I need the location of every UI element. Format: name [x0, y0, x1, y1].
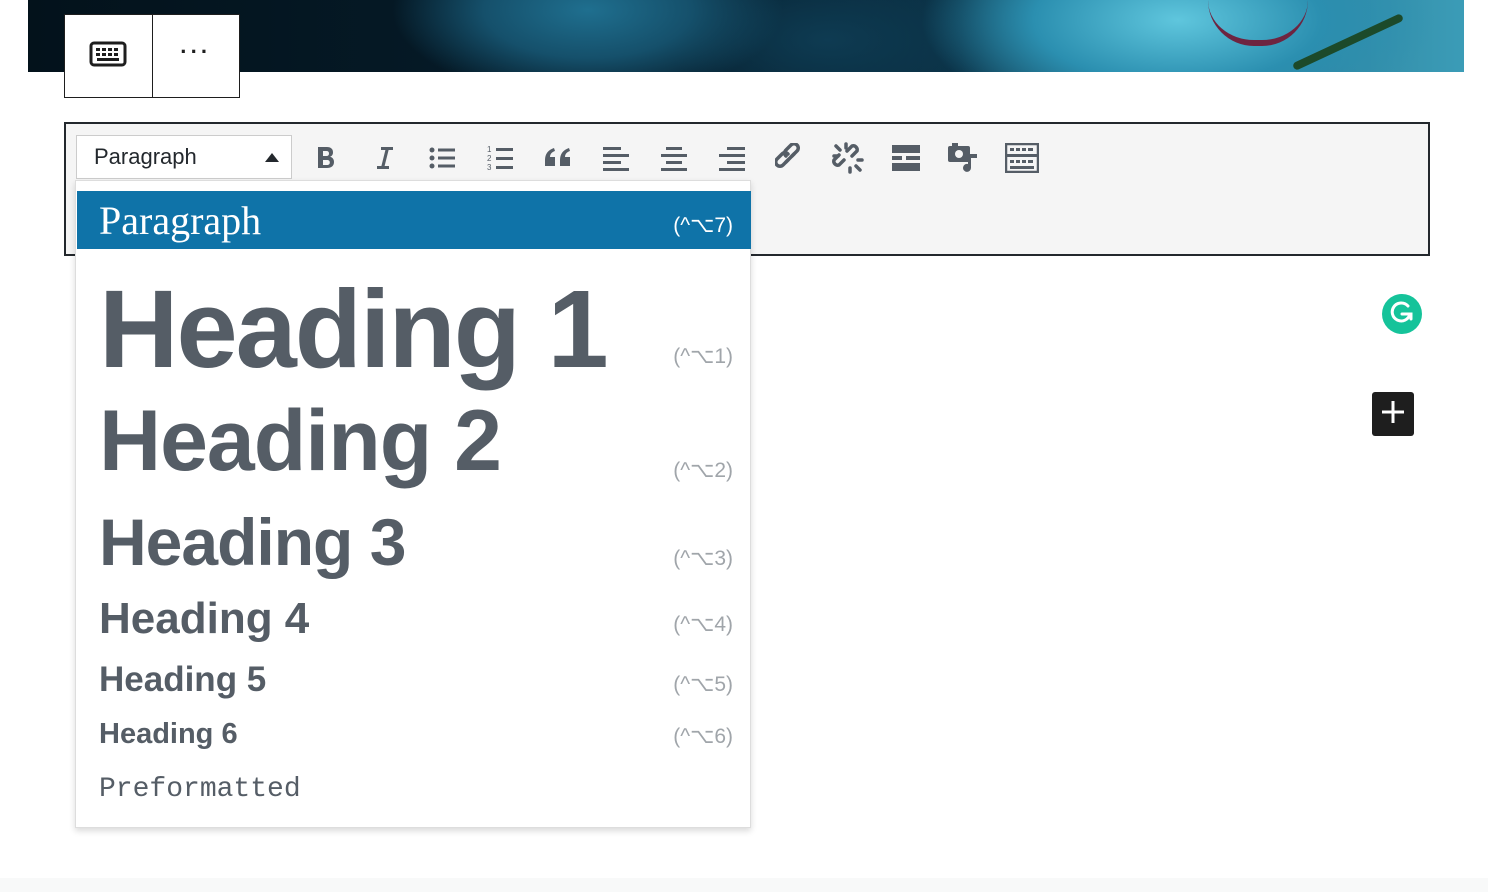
remove-link-icon [832, 142, 864, 174]
menu-item-heading-2[interactable]: Heading 2 (^⌥2) [77, 386, 751, 489]
align-left-button[interactable] [596, 138, 636, 178]
insert-link-icon [775, 143, 805, 173]
bold-button[interactable] [306, 138, 346, 178]
plus-icon [1382, 400, 1404, 428]
orchid-stem [1291, 13, 1405, 71]
keyboard-button[interactable] [65, 15, 152, 97]
svg-text:1: 1 [487, 145, 492, 154]
block-toolbar: ··· [64, 14, 240, 98]
grammarly-button[interactable] [1382, 294, 1422, 334]
header-image [28, 0, 1464, 72]
read-more-button[interactable] [886, 138, 926, 178]
add-media-button[interactable] [944, 138, 984, 178]
read-more-icon [892, 145, 920, 171]
menu-item-label: Heading 6 [99, 718, 238, 750]
insert-link-button[interactable] [770, 138, 810, 178]
menu-item-shortcut: (^⌥5) [673, 673, 733, 696]
align-right-icon [719, 145, 745, 171]
menu-item-shortcut: (^⌥7) [673, 214, 733, 237]
toolbar-toggle-icon [1005, 143, 1039, 173]
menu-item-label: Preformatted [99, 774, 301, 805]
menu-item-heading-5[interactable]: Heading 5 (^⌥5) [77, 656, 751, 706]
bulleted-list-icon [429, 145, 455, 171]
svg-text:3: 3 [487, 163, 492, 172]
menu-item-label: Heading 3 [99, 505, 406, 579]
format-dropdown-menu: Paragraph (^⌥7) Heading 1 (^⌥1) Heading … [75, 180, 751, 828]
keyboard-icon [89, 41, 127, 72]
menu-item-label: Heading 1 [99, 268, 609, 391]
menu-item-shortcut: (^⌥1) [673, 345, 733, 368]
grammarly-icon [1389, 299, 1415, 330]
menu-item-shortcut: (^⌥6) [673, 725, 733, 748]
blockquote-button[interactable] [538, 138, 578, 178]
menu-item-label: Heading 4 [99, 594, 310, 643]
menu-item-heading-4[interactable]: Heading 4 (^⌥4) [77, 586, 751, 646]
add-block-button[interactable] [1372, 392, 1414, 436]
svg-text:2: 2 [487, 154, 492, 163]
blockquote-icon [543, 146, 573, 170]
align-left-icon [603, 145, 629, 171]
align-right-button[interactable] [712, 138, 752, 178]
menu-item-label: Paragraph [99, 198, 262, 243]
format-select-value: Paragraph [94, 144, 197, 169]
italic-button[interactable] [364, 138, 404, 178]
bulleted-list-button[interactable] [422, 138, 462, 178]
numbered-list-icon: 123 [487, 144, 513, 172]
remove-link-button[interactable] [828, 138, 868, 178]
menu-item-heading-3[interactable]: Heading 3 (^⌥3) [77, 496, 751, 579]
menu-item-paragraph[interactable]: Paragraph (^⌥7) [77, 191, 751, 249]
menu-item-label: Heading 5 [99, 660, 267, 699]
menu-item-preformatted[interactable]: Preformatted [77, 768, 751, 812]
menu-item-label: Heading 2 [99, 393, 502, 489]
toolbar-toggle-button[interactable] [1002, 138, 1042, 178]
menu-item-heading-1[interactable]: Heading 1 (^⌥1) [77, 256, 751, 391]
format-select[interactable]: Paragraph [76, 135, 292, 179]
editor-footer-strip [0, 878, 1488, 892]
align-center-button[interactable] [654, 138, 694, 178]
menu-item-shortcut: (^⌥3) [673, 547, 733, 570]
align-center-icon [661, 145, 687, 171]
bold-icon [314, 144, 338, 172]
menu-item-heading-6[interactable]: Heading 6 (^⌥6) [77, 714, 751, 758]
add-media-icon [947, 142, 981, 174]
caret-up-icon [265, 153, 279, 162]
italic-icon [372, 144, 396, 172]
menu-item-shortcut: (^⌥4) [673, 613, 733, 636]
more-options-button[interactable]: ··· [151, 15, 240, 97]
numbered-list-button[interactable]: 123 [480, 138, 520, 178]
ellipsis-icon: ··· [180, 39, 212, 64]
orchid-petal [1208, 0, 1308, 46]
menu-item-shortcut: (^⌥2) [673, 459, 733, 482]
